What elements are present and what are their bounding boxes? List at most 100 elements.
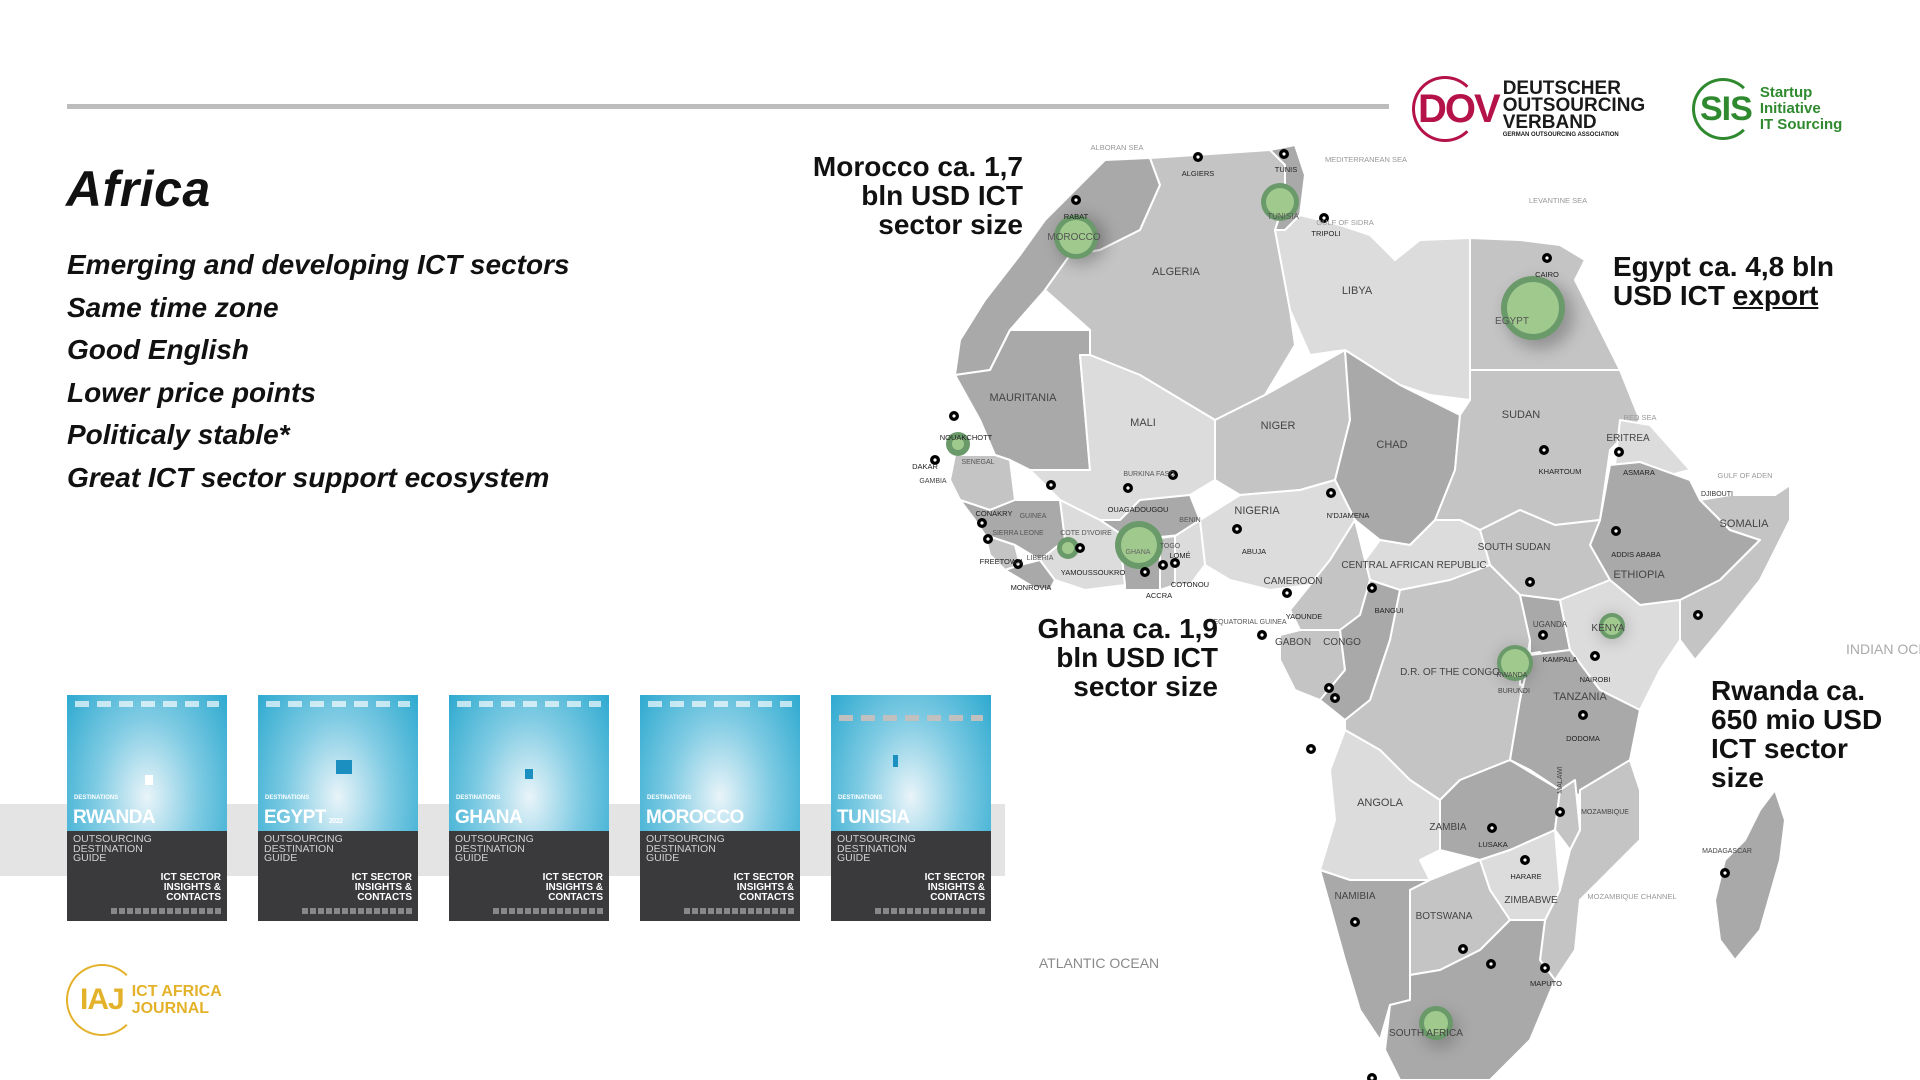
city-dot [1611,526,1621,536]
country-label: MOZAMBIQUE [1581,809,1629,816]
city-dot [1525,577,1535,587]
country-label: BURUNDI [1498,688,1530,695]
city-dot [1279,149,1289,159]
country-label: NIGERIA [1234,505,1280,517]
annotation-line: 650 mio USD [1711,704,1883,735]
city-label: OUAGADOUGOU [1108,505,1169,514]
country-label: ALGERIA [1152,266,1200,278]
sea-label: LEVANTINE SEA [1529,196,1587,205]
egypt-annotation: Egypt ca. 4,8 bln USD ICT export [1613,252,1834,310]
city-dot [1555,807,1565,817]
country-label: GUINEA [1020,513,1047,520]
sea-label: MEDITERRANEAN SEA [1325,155,1407,164]
country-label: MAURITANIA [989,392,1057,404]
country-label: MOROCCO [1047,232,1101,243]
country-label: SOUTH AFRICA [1389,1028,1463,1039]
country-label: RWANDA [1497,672,1528,679]
city-dot [1693,610,1703,620]
country-label: CAMEROON [1264,576,1323,587]
country-label: LIBYA [1342,285,1373,297]
city-dot [1257,630,1267,640]
annotation-line: sector size [1073,671,1218,702]
city-label: YAOUNDE [1286,612,1323,621]
country-label: EGYPT [1495,316,1529,327]
morocco-annotation: Morocco ca. 1,7 bln USD ICT sector size [760,152,1023,239]
country-label: ETHIOPIA [1613,569,1665,581]
rwanda-annotation: Rwanda ca. 650 mio USD ICT sector size [1711,676,1882,792]
annotation-text: USD ICT [1613,280,1733,311]
country-label: TUNISIA [1267,212,1299,221]
city-label: LUSAKA [1478,840,1508,849]
sea-label: ALBORAN SEA [1091,143,1144,152]
country-label: MALAWI [1557,766,1564,793]
city-label: N'DJAMENA [1327,511,1370,520]
annotation-line: ICT sector [1711,733,1848,764]
city-dot [1046,480,1056,490]
city-dot [1282,588,1292,598]
country-label: SOUTH SUDAN [1478,542,1551,553]
city-label: LOMÉ [1169,551,1190,560]
country-label: ERITREA [1606,433,1650,444]
country-label: ZAMBIA [1429,822,1467,833]
city-dot [1578,710,1588,720]
city-dot [1140,567,1150,577]
city-dot [1306,744,1316,754]
city-dot [1367,583,1377,593]
city-label: CONAKRY [976,509,1013,518]
city-label: YAMOUSSOUKRO [1061,568,1126,577]
city-label: ACCRA [1146,591,1172,600]
city-dot [1486,959,1496,969]
city-dot [1367,1073,1377,1080]
country-label: CHAD [1376,439,1407,451]
city-label: KHARTOUM [1539,467,1582,476]
city-dot [1487,823,1497,833]
country-label: GHANA [1126,549,1151,556]
ghana-annotation: Ghana ca. 1,9 bln USD ICT sector size [960,614,1218,701]
sea-label: GULF OF ADEN [1717,471,1772,480]
city-dot [1458,944,1468,954]
city-dot [1193,152,1203,162]
city-dot [1590,651,1600,661]
annotation-line: Egypt ca. 4,8 bln [1613,251,1834,282]
country-label: ZIMBABWE [1504,895,1558,906]
city-label: DODOMA [1566,734,1600,743]
city-label: DAKAR [912,462,938,471]
country-label: MALI [1130,417,1156,429]
city-dot [1350,917,1360,927]
city-label: ADDIS ABABA [1611,550,1661,559]
annotation-line: USD ICT export [1613,281,1834,310]
country-label: BOTSWANA [1416,911,1473,922]
annotation-line: Rwanda ca. [1711,675,1866,706]
country-label: LIBERIA [1027,555,1054,562]
country-label: CENTRAL AFRICAN REPUBLIC [1341,560,1486,571]
city-dot [977,518,987,528]
city-label: NAIROBI [1580,675,1611,684]
country-label: KENYA [1591,623,1624,634]
city-label: MONROVIA [1011,583,1052,592]
city-dot [1542,253,1552,263]
city-dot [1075,543,1085,553]
city-label: KAMPALA [1543,655,1578,664]
country-label: MADAGASCAR [1702,848,1752,855]
country-label: GABON [1275,637,1311,648]
country-label: UGANDA [1533,620,1568,629]
city-label: COTONOU [1171,580,1209,589]
city-dot [1520,855,1530,865]
city-dot [1330,693,1340,703]
city-dot [1720,868,1730,878]
city-dot [1232,524,1242,534]
country-label: CONGO [1323,637,1361,648]
highlight-ghana [1115,521,1163,569]
city-label: ALGIERS [1182,169,1215,178]
city-label: FREETOWN [980,557,1023,566]
sea-label: MOZAMBIQUE CHANNEL [1587,892,1676,901]
country-label: COTE D'IVOIRE [1060,530,1112,537]
country-label: ANGOLA [1357,797,1404,809]
country-label: DJIBOUTI [1701,491,1733,498]
country-label: EQUATORIAL GUINEA [1214,619,1287,626]
country-label: D.R. OF THE CONGO [1400,667,1500,678]
annotation-line: bln USD ICT [1056,642,1218,673]
city-label: ASMARA [1623,468,1655,477]
city-label: TUNIS [1275,165,1298,174]
annotation-line: bln USD ICT [861,180,1023,211]
